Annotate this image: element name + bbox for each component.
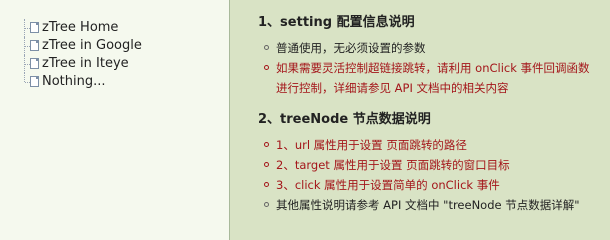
tree-node-label[interactable]: zTree in Google	[40, 38, 142, 53]
tree-node-ztree-iteye[interactable]: zTree in Iteye	[22, 55, 222, 73]
tree-panel: zTree Home zTree in Google zTree in Itey…	[0, 0, 230, 240]
tree-node-nothing[interactable]: Nothing...	[22, 73, 222, 91]
section-treenode-list: 1、url 属性用于设置 页面跳转的路径 2、target 属性用于设置 页面跳…	[258, 135, 580, 215]
tree-node-label[interactable]: zTree in Iteye	[40, 56, 129, 71]
tree-node-ztree-google[interactable]: zTree in Google	[22, 37, 222, 55]
list-item: 3、click 属性用于设置简单的 onClick 事件	[258, 175, 580, 195]
list-item: 2、target 属性用于设置 页面跳转的窗口目标	[258, 155, 580, 175]
list-item: 普通使用，无必须设置的参数	[258, 38, 590, 58]
list-item-continuation: 进行控制，详细请参见 API 文档中的相关内容	[276, 81, 509, 95]
tree-node-label[interactable]: zTree Home	[40, 20, 118, 35]
page-icon	[30, 76, 39, 87]
section-title-treenode: 2、treeNode 节点数据说明	[258, 112, 431, 127]
list-item: 其他属性说明请参考 API 文档中 "treeNode 节点数据详解"	[258, 195, 580, 215]
list-item: 如果需要灵活控制超链接跳转，请利用 onClick 事件回调函数	[258, 58, 590, 78]
page-icon	[30, 40, 39, 51]
page-icon	[30, 58, 39, 69]
tree-list: zTree Home zTree in Google zTree in Itey…	[22, 19, 222, 91]
list-item: 1、url 属性用于设置 页面跳转的路径	[258, 135, 580, 155]
tree-node-ztree-home[interactable]: zTree Home	[22, 19, 222, 37]
section-setting-list: 普通使用，无必须设置的参数 如果需要灵活控制超链接跳转，请利用 onClick …	[258, 38, 590, 98]
section-title-setting: 1、setting 配置信息说明	[258, 15, 415, 30]
page-icon	[30, 22, 39, 33]
tree-node-label[interactable]: Nothing...	[40, 74, 106, 89]
